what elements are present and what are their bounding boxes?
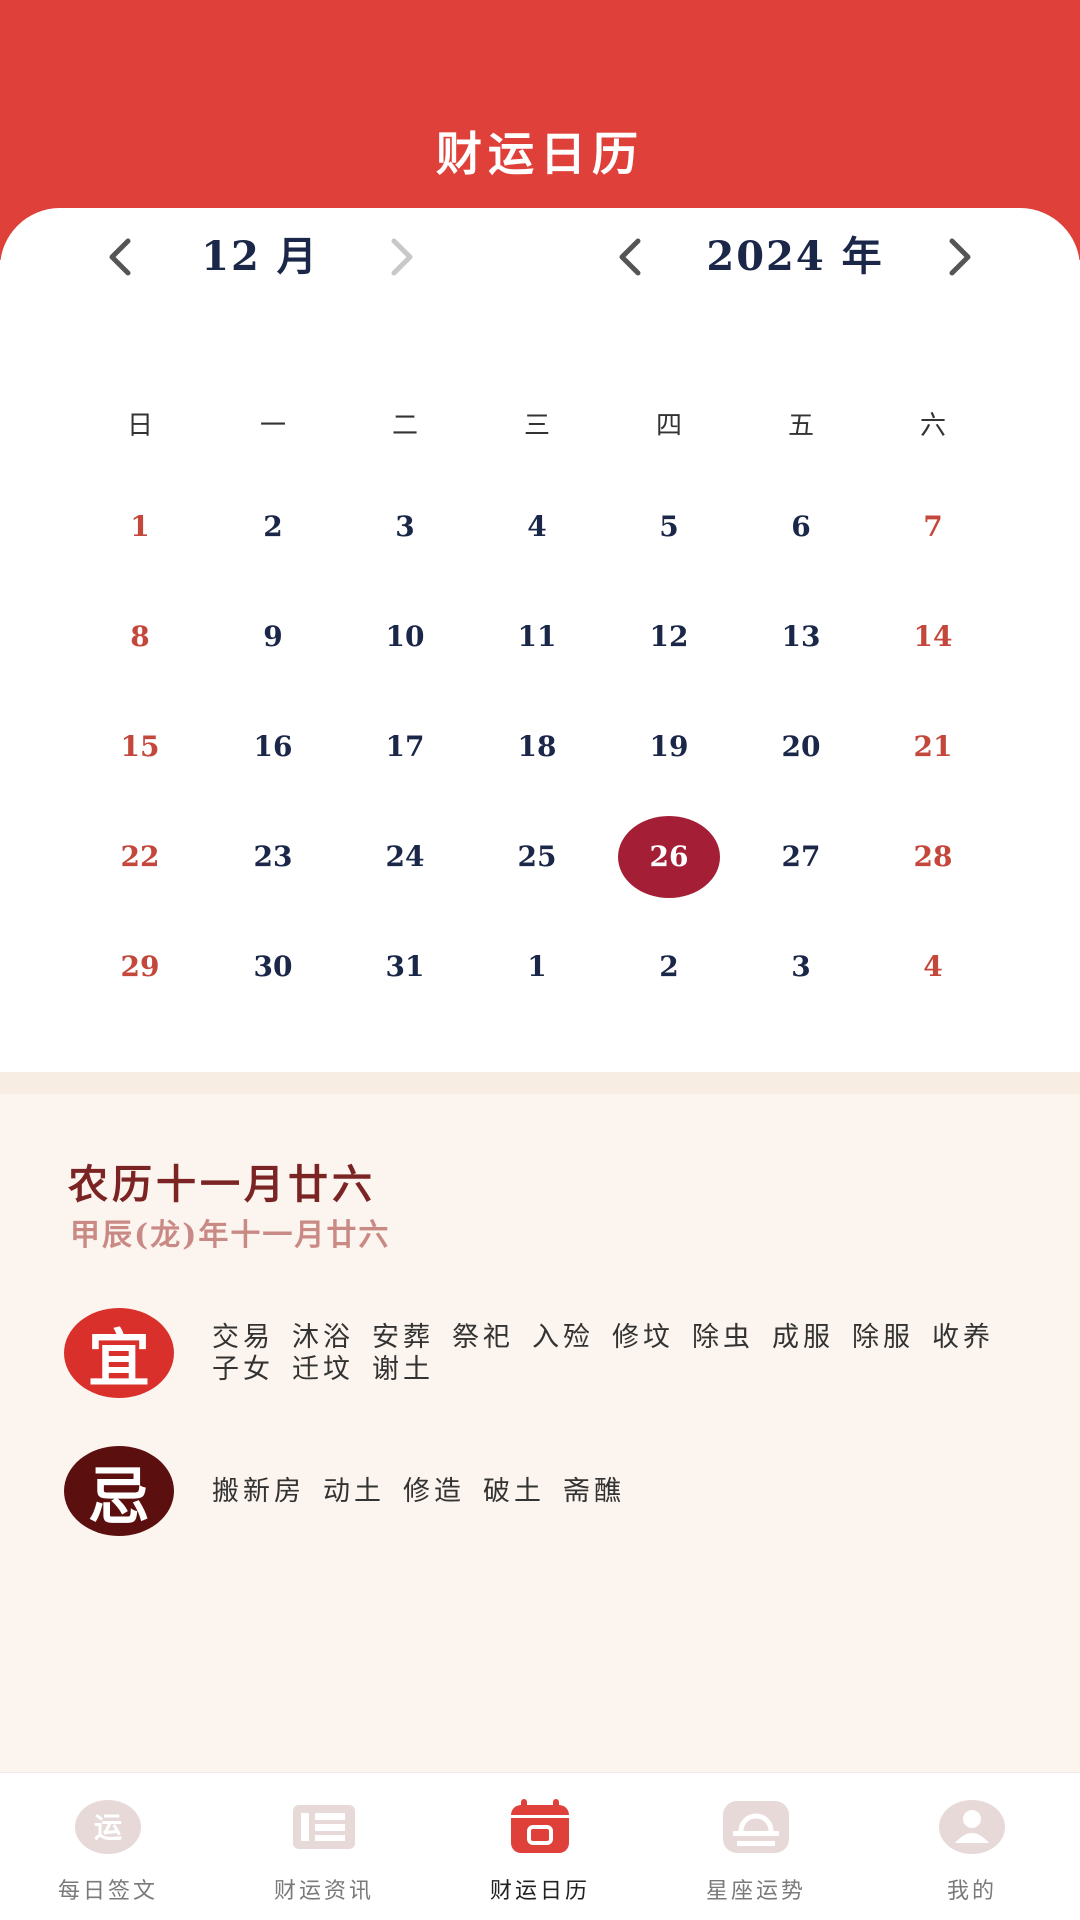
day-cell[interactable]: 4 [873, 932, 993, 1002]
chevron-left-icon [619, 238, 641, 276]
yi-item: 修坟 [612, 1322, 674, 1353]
day-cell[interactable]: 27 [741, 822, 861, 892]
day-cell[interactable]: 3 [741, 932, 861, 1002]
day-cell[interactable]: 21 [873, 712, 993, 782]
year-label: 2024 年 [706, 233, 884, 280]
day-cell[interactable]: 7 [873, 492, 993, 562]
tab-profile[interactable]: 我的 [864, 1773, 1080, 1920]
news-icon [291, 1799, 357, 1855]
chevron-right-icon [949, 238, 971, 276]
selected-day-cell[interactable]: 26 [609, 816, 729, 898]
ji-item: 修造 [403, 1476, 465, 1507]
yi-item: 交易 [212, 1322, 274, 1353]
ji-item: 破土 [483, 1476, 545, 1507]
day-cell[interactable]: 30 [213, 932, 333, 1002]
tab-horoscope[interactable]: 星座运势 [648, 1773, 864, 1920]
yi-list: 交易 沐浴 安葬 祭祀 入殓 修坟 除虫 成服 除服 收养子女 迁坟 谢土 [212, 1322, 1002, 1386]
bottom-tab-bar: 运 每日签文 财运资讯 财运日历 星座运势 我的 [0, 1772, 1080, 1920]
yi-item: 祭祀 [452, 1322, 514, 1353]
date-navigator: 12 月 2024 年 [0, 232, 1080, 282]
day-cell[interactable]: 23 [213, 822, 333, 892]
panel-divider [0, 1072, 1080, 1094]
weekday-label: 三 [523, 411, 550, 441]
day-cell[interactable]: 16 [213, 712, 333, 782]
yi-item: 成服 [772, 1322, 834, 1353]
day-cell[interactable]: 3 [345, 492, 465, 562]
day-cell[interactable]: 4 [477, 492, 597, 562]
ganzhi-date: 甲辰(龙)年十一月廿六 [70, 1218, 391, 1253]
day-cell[interactable]: 5 [609, 492, 729, 562]
yi-item: 入殓 [532, 1322, 594, 1353]
day-cell[interactable]: 25 [477, 822, 597, 892]
day-cell[interactable]: 1 [477, 932, 597, 1002]
prev-year-button[interactable] [610, 232, 650, 282]
yi-item: 除服 [852, 1322, 914, 1353]
ji-item: 动土 [323, 1476, 385, 1507]
tab-daily-lot[interactable]: 运 每日签文 [0, 1773, 216, 1920]
day-detail-panel: 农历十一月廿六 甲辰(龙)年十一月廿六 宜 交易 沐浴 安葬 祭祀 入殓 修坟 除虫 成服 除服… [0, 1072, 1080, 1772]
day-cell[interactable]: 29 [80, 932, 200, 1002]
yi-item: 沐浴 [292, 1322, 354, 1353]
calendar-icon [507, 1799, 573, 1855]
day-cell[interactable]: 19 [609, 712, 729, 782]
next-year-button[interactable] [940, 232, 980, 282]
day-cell[interactable]: 14 [873, 602, 993, 672]
day-cell[interactable]: 10 [345, 602, 465, 672]
ji-seal-icon: 忌 [64, 1446, 174, 1536]
yi-item: 谢土 [372, 1354, 434, 1385]
day-cell[interactable]: 1 [80, 492, 200, 562]
lunar-date: 农历十一月廿六 [68, 1161, 376, 1208]
day-cell[interactable]: 17 [345, 712, 465, 782]
day-cell[interactable]: 11 [477, 602, 597, 672]
next-month-button[interactable] [382, 232, 422, 282]
svg-text:运: 运 [94, 1811, 122, 1844]
day-cell[interactable]: 15 [80, 712, 200, 782]
day-cell[interactable]: 13 [741, 602, 861, 672]
yun-badge-icon: 运 [75, 1799, 141, 1855]
day-cell[interactable]: 22 [80, 822, 200, 892]
yi-item: 安葬 [372, 1322, 434, 1353]
prev-month-button[interactable] [100, 232, 140, 282]
month-label: 12 月 [201, 233, 319, 280]
chevron-left-icon [109, 238, 131, 276]
ji-item: 搬新房 [212, 1476, 305, 1507]
libra-icon [723, 1799, 789, 1855]
day-cell[interactable]: 2 [609, 932, 729, 1002]
day-cell[interactable]: 6 [741, 492, 861, 562]
chevron-right-icon [391, 238, 413, 276]
ji-item: 斋醮 [563, 1476, 625, 1507]
day-cell[interactable]: 2 [213, 492, 333, 562]
weekday-label: 五 [787, 411, 814, 441]
user-icon [939, 1799, 1005, 1855]
weekday-label: 二 [391, 411, 418, 441]
page-title: 财运日历 [436, 127, 644, 181]
day-cell[interactable]: 9 [213, 602, 333, 672]
day-cell[interactable]: 24 [345, 822, 465, 892]
day-cell[interactable]: 20 [741, 712, 861, 782]
day-cell[interactable]: 28 [873, 822, 993, 892]
weekday-label: 日 [126, 411, 153, 441]
weekday-label: 六 [919, 411, 946, 441]
yi-item: 除虫 [692, 1322, 754, 1353]
weekday-label: 四 [655, 411, 682, 441]
ji-list: 搬新房 动土 修造 破土 斋醮 [212, 1476, 1002, 1508]
day-cell[interactable]: 12 [609, 602, 729, 672]
yi-seal-icon: 宜 [64, 1308, 174, 1398]
day-cell[interactable]: 18 [477, 712, 597, 782]
tab-calendar[interactable]: 财运日历 [432, 1773, 648, 1920]
day-cell[interactable]: 8 [80, 602, 200, 672]
weekday-label: 一 [259, 411, 286, 441]
yi-item: 迁坟 [292, 1354, 354, 1385]
tab-news[interactable]: 财运资讯 [216, 1773, 432, 1920]
day-cell[interactable]: 31 [345, 932, 465, 1002]
